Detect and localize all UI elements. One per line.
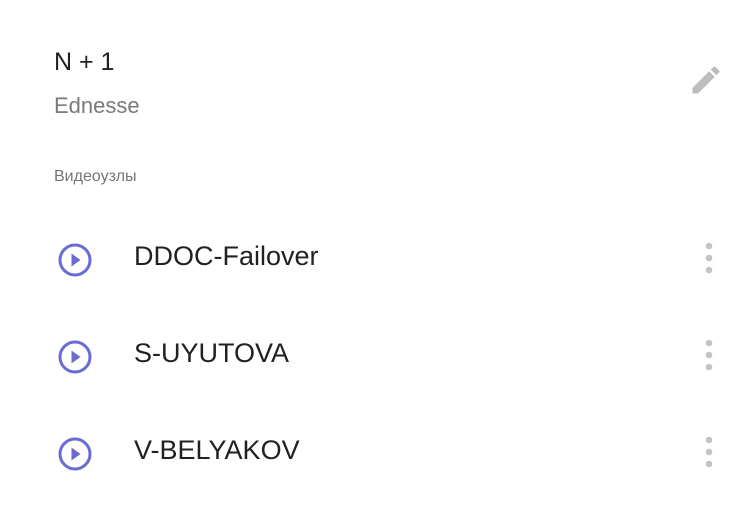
play-circle-icon[interactable] (55, 434, 95, 474)
more-vertical-icon[interactable] (694, 432, 724, 472)
edit-button[interactable] (688, 62, 724, 98)
video-node-name: DDOC-Failover (134, 241, 319, 271)
play-circle-icon[interactable] (55, 337, 95, 377)
section-label-videonodes: Видеоузлы (54, 168, 137, 185)
video-node-name: V-BELYAKOV (134, 435, 300, 465)
more-vertical-icon[interactable] (694, 238, 724, 278)
video-node-row[interactable]: S-UYUTOVA (0, 307, 756, 404)
group-subtitle: Ednesse (54, 93, 140, 118)
more-vertical-icon[interactable] (694, 335, 724, 375)
video-node-name: S-UYUTOVA (134, 338, 290, 368)
pencil-icon (692, 66, 720, 94)
group-card: N + 1 Ednesse Видеоузлы DDOC-Failover S-… (0, 0, 756, 506)
group-title: N + 1 (54, 48, 115, 76)
play-circle-icon[interactable] (55, 240, 95, 280)
video-node-row[interactable]: V-BELYAKOV (0, 404, 756, 501)
video-node-row[interactable]: DDOC-Failover (0, 210, 756, 307)
video-node-list: DDOC-Failover S-UYUTOVA V-BELYAKOV (0, 210, 756, 501)
